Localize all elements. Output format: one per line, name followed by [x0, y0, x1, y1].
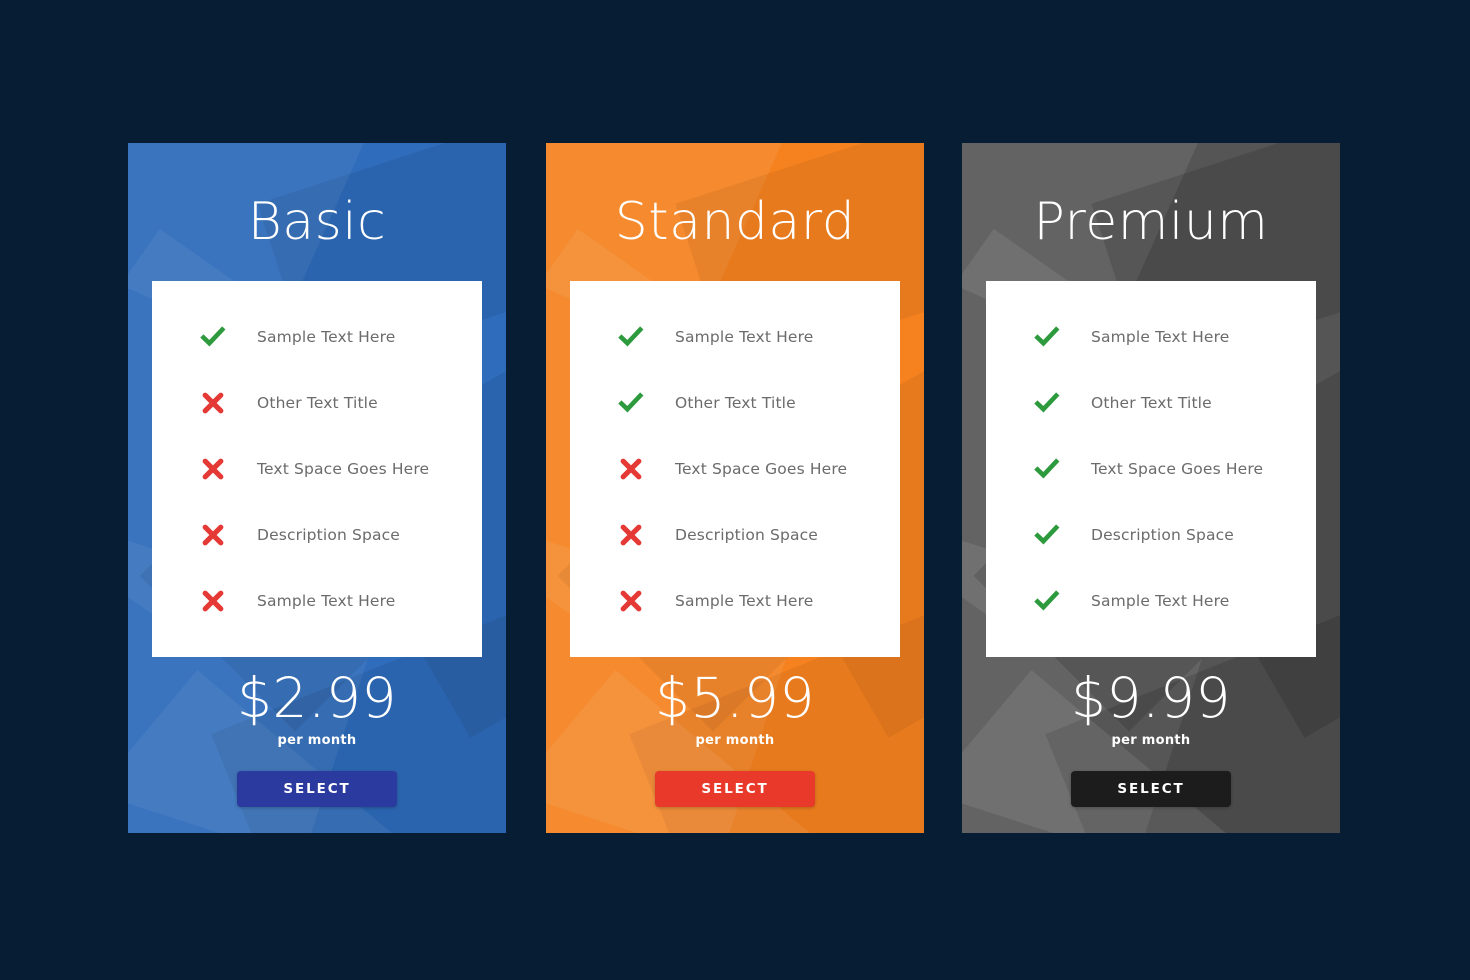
feature-row: Sample Text Here	[152, 304, 482, 370]
feature-label: Other Text Title	[675, 394, 796, 412]
feature-label: Description Space	[1091, 526, 1234, 544]
check-icon	[1032, 454, 1062, 484]
check-icon	[1032, 586, 1062, 616]
check-icon	[198, 322, 228, 352]
feature-row: Text Space Goes Here	[152, 436, 482, 502]
feature-label: Sample Text Here	[1091, 592, 1230, 610]
feature-row: Sample Text Here	[986, 568, 1316, 634]
check-icon	[616, 322, 646, 352]
feature-row: Other Text Title	[986, 370, 1316, 436]
feature-row: Other Text Title	[570, 370, 900, 436]
feature-row: Description Space	[570, 502, 900, 568]
feature-row: Sample Text Here	[570, 568, 900, 634]
pricing-card-premium: Premium Sample Text Here Other Text Titl…	[962, 143, 1340, 833]
plan-title-standard: Standard	[614, 192, 856, 252]
feature-list-basic: Sample Text Here Other Text Title Text S…	[152, 281, 482, 657]
feature-row: Text Space Goes Here	[570, 436, 900, 502]
feature-label: Sample Text Here	[1091, 328, 1230, 346]
price-period: per month	[277, 733, 357, 748]
check-icon	[1032, 322, 1062, 352]
feature-label: Text Space Goes Here	[675, 460, 848, 478]
cross-icon	[198, 454, 228, 484]
feature-row: Sample Text Here	[986, 304, 1316, 370]
plan-title-basic: Basic	[247, 192, 387, 252]
price-amount: $9.99	[1071, 666, 1231, 730]
feature-row: Sample Text Here	[570, 304, 900, 370]
feature-label: Sample Text Here	[675, 328, 814, 346]
feature-label: Other Text Title	[257, 394, 378, 412]
select-button-premium[interactable]: SELECT	[1071, 771, 1231, 807]
feature-row: Other Text Title	[152, 370, 482, 436]
cross-icon	[616, 454, 646, 484]
feature-row: Text Space Goes Here	[986, 436, 1316, 502]
pricing-card-basic: Basic Sample Text Here Other Text Title …	[128, 143, 506, 833]
check-icon	[1032, 388, 1062, 418]
feature-label: Description Space	[257, 526, 400, 544]
cross-icon	[198, 388, 228, 418]
feature-row: Description Space	[152, 502, 482, 568]
cross-icon	[198, 520, 228, 550]
select-button-standard[interactable]: SELECT	[655, 771, 815, 807]
check-icon	[616, 388, 646, 418]
feature-label: Description Space	[675, 526, 818, 544]
check-icon	[1032, 520, 1062, 550]
price-block-standard: $5.99 per month SELECT	[546, 671, 924, 807]
price-amount: $5.99	[655, 666, 815, 730]
pricing-card-standard: Standard Sample Text Here Other Text Tit…	[546, 143, 924, 833]
feature-label: Text Space Goes Here	[1091, 460, 1264, 478]
feature-row: Sample Text Here	[152, 568, 482, 634]
feature-label: Other Text Title	[1091, 394, 1212, 412]
price-block-premium: $9.99 per month SELECT	[962, 671, 1340, 807]
cross-icon	[616, 520, 646, 550]
pricing-table-page: Basic Sample Text Here Other Text Title …	[0, 0, 1470, 980]
plan-title-premium: Premium	[1033, 192, 1269, 252]
cross-icon	[198, 586, 228, 616]
price-block-basic: $2.99 per month SELECT	[128, 671, 506, 807]
feature-row: Description Space	[986, 502, 1316, 568]
feature-label: Text Space Goes Here	[257, 460, 430, 478]
feature-label: Sample Text Here	[257, 592, 396, 610]
feature-list-standard: Sample Text Here Other Text Title Text S…	[570, 281, 900, 657]
price-period: per month	[695, 733, 775, 748]
cross-icon	[616, 586, 646, 616]
feature-label: Sample Text Here	[257, 328, 396, 346]
feature-label: Sample Text Here	[675, 592, 814, 610]
feature-list-premium: Sample Text Here Other Text Title Text S…	[986, 281, 1316, 657]
price-amount: $2.99	[237, 666, 397, 730]
price-period: per month	[1111, 733, 1191, 748]
select-button-basic[interactable]: SELECT	[237, 771, 397, 807]
